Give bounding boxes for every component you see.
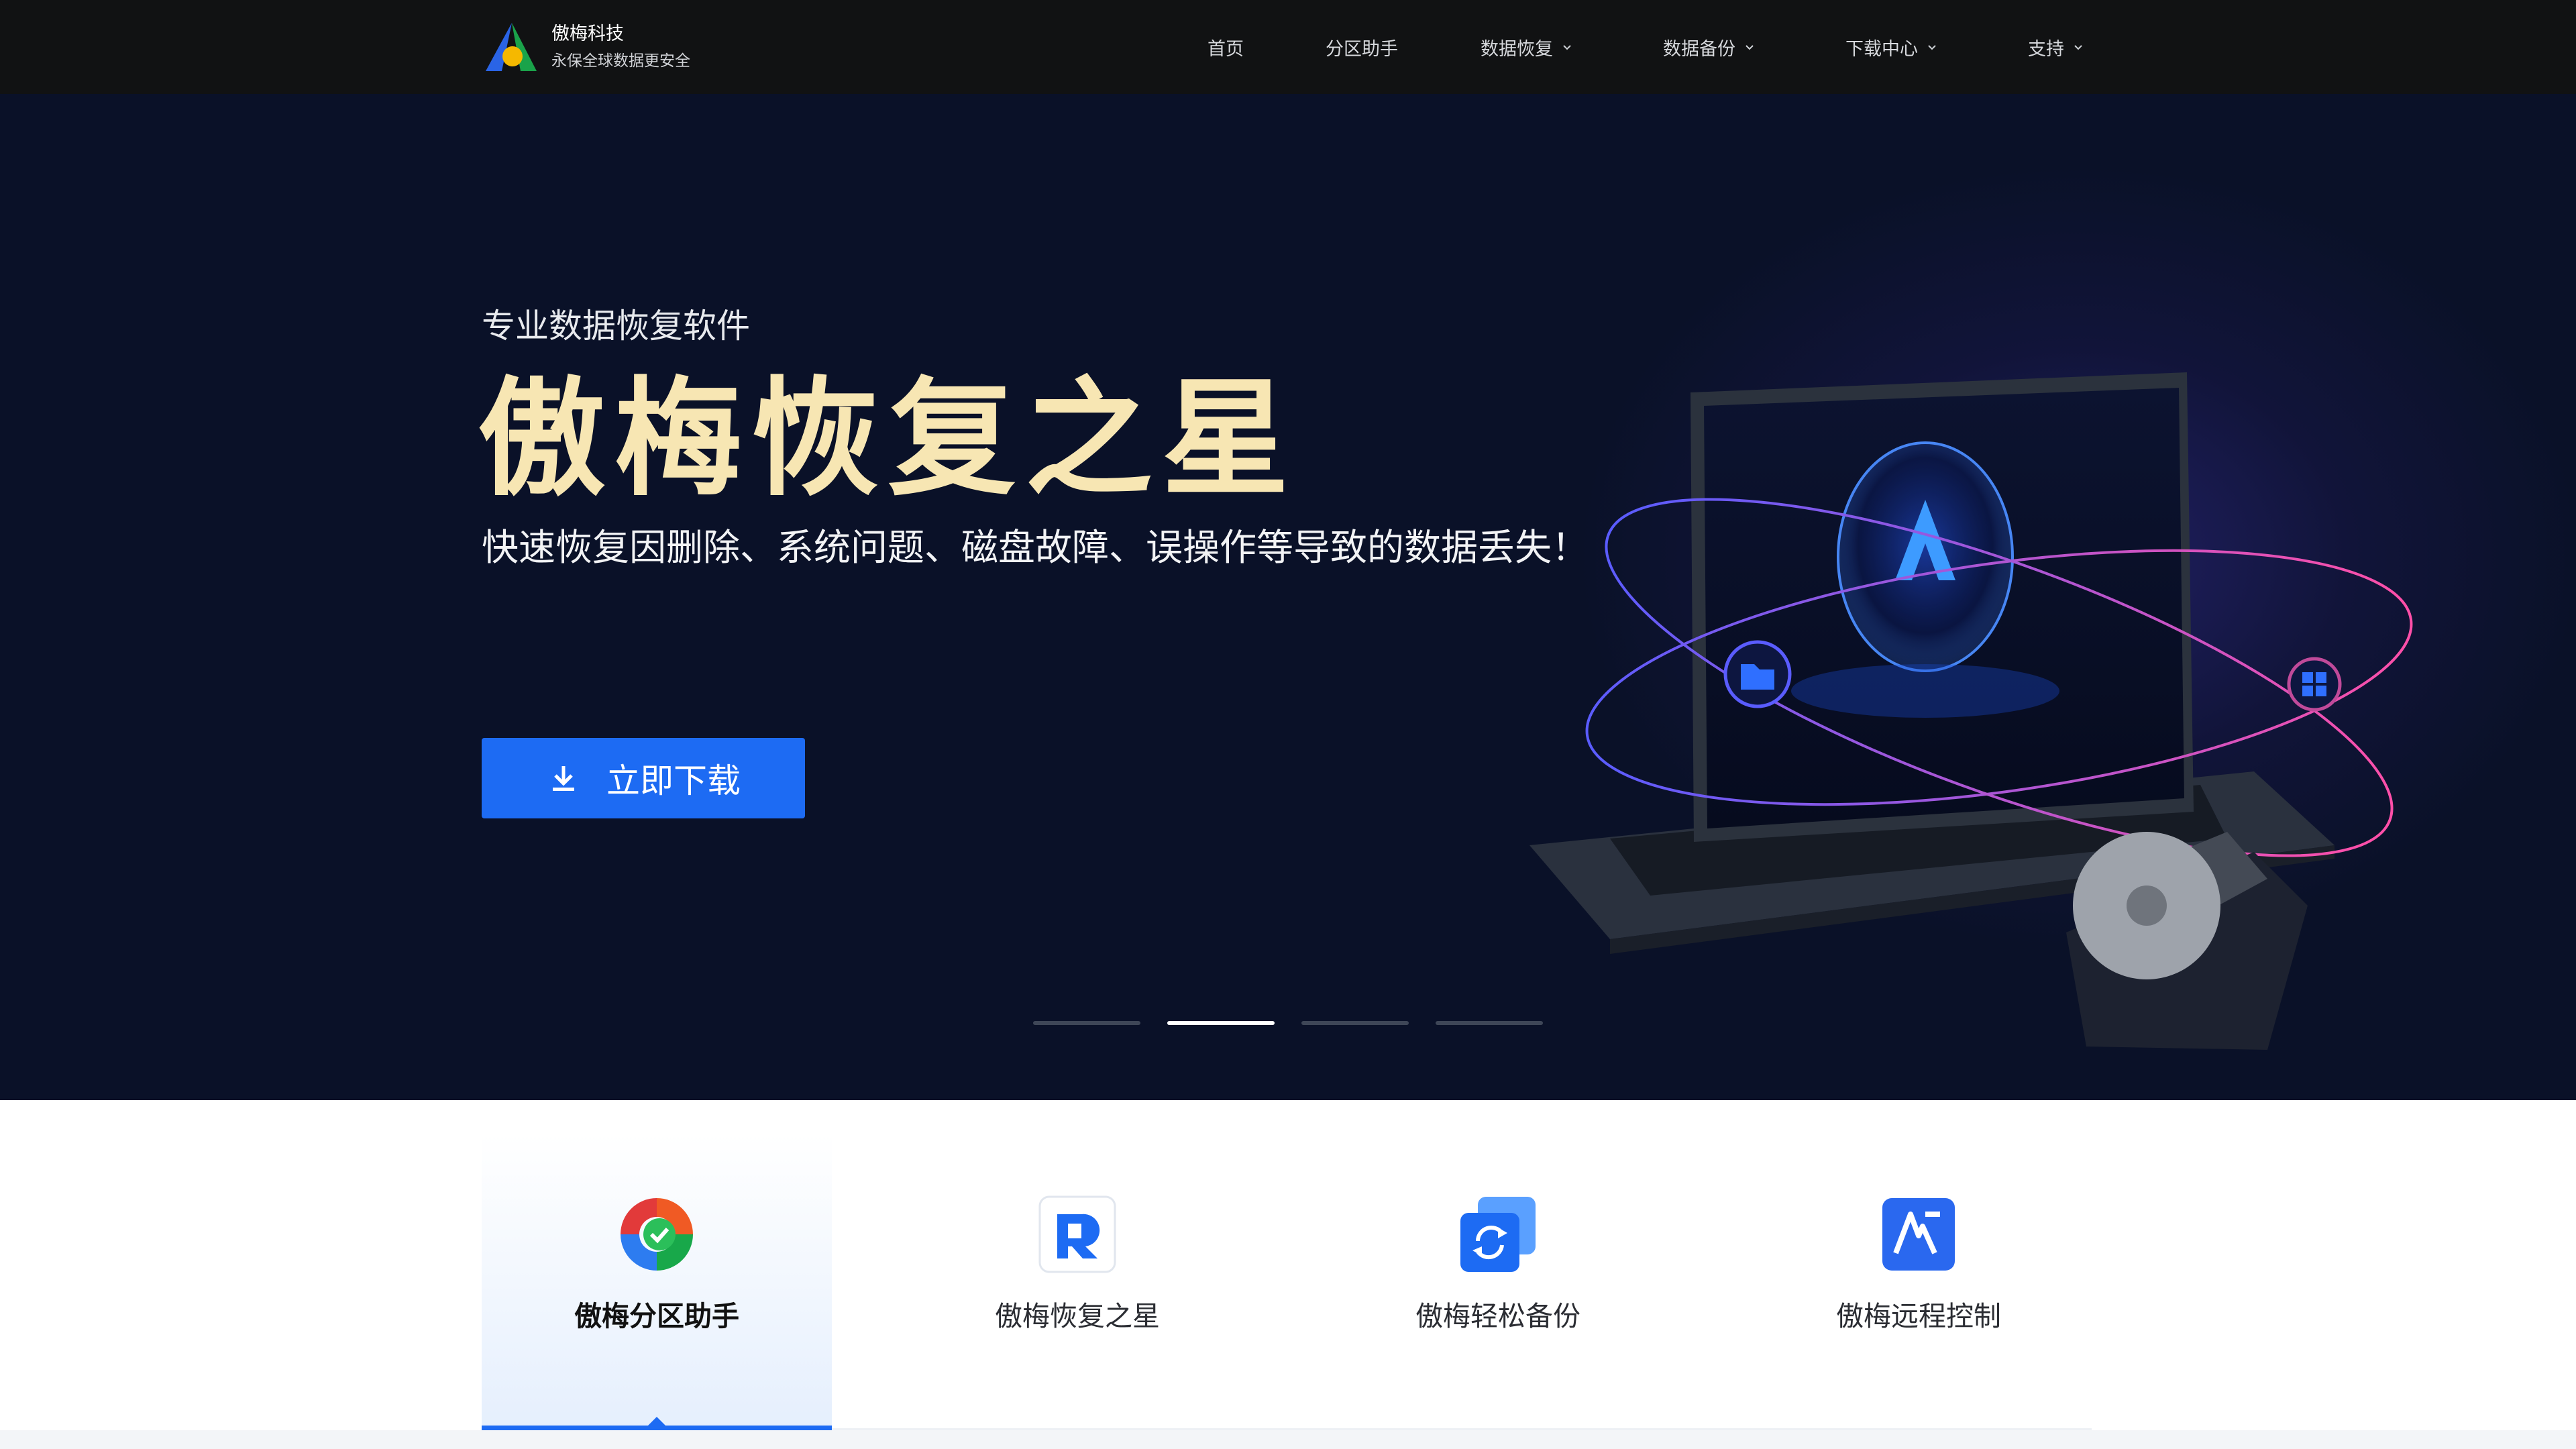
nav-item-label: 支持 — [2028, 38, 2064, 60]
tab-recovery-star[interactable]: 傲梅恢复之星 — [902, 1134, 1252, 1430]
active-tab-underline — [482, 1426, 832, 1430]
carousel-dot-2[interactable] — [1167, 1021, 1275, 1025]
download-icon — [553, 766, 574, 791]
chevron-down-icon — [1928, 45, 1936, 50]
carousel-dot-1[interactable] — [1033, 1021, 1140, 1025]
nav-item-partition-assistant[interactable]: 分区助手 — [1326, 0, 1398, 94]
recovery-star-icon — [1038, 1195, 1116, 1273]
chevron-down-icon — [1746, 45, 1754, 50]
carousel-dot-4[interactable] — [1436, 1021, 1543, 1025]
tab-label: 傲梅分区助手 — [574, 1300, 739, 1332]
chevron-down-icon — [2074, 45, 2082, 50]
top-nav: 傲梅科技 永保全球数据更安全 首页 分区助手 数据恢复 数据备份 下载中心 支持 — [0, 0, 2576, 94]
hero-eyebrow: 专业数据恢复软件 — [482, 307, 750, 345]
download-now-button[interactable]: 立即下载 — [482, 738, 805, 818]
carousel-dot-3[interactable] — [1301, 1021, 1409, 1025]
partition-assistant-icon — [621, 1198, 693, 1271]
carousel-indicators — [1033, 1021, 1570, 1025]
laptop-illustration — [1529, 372, 2413, 1050]
chevron-down-icon — [1563, 45, 1571, 50]
tab-easy-backup[interactable]: 傲梅轻松备份 — [1323, 1134, 1673, 1430]
brand-logo[interactable]: 傲梅科技 永保全球数据更安全 — [482, 19, 690, 75]
tab-label: 傲梅轻松备份 — [1415, 1300, 1580, 1332]
download-now-label: 立即下载 — [606, 761, 741, 800]
nav-item-data-recovery[interactable]: 数据恢复 — [1481, 0, 1573, 94]
tab-remote-control[interactable]: 傲梅远程控制 — [1743, 1134, 2094, 1430]
nav-item-label: 下载中心 — [1845, 38, 1918, 60]
easy-backup-icon — [1460, 1197, 1536, 1272]
page: 傲梅科技 永保全球数据更安全 首页 分区助手 数据恢复 数据备份 下载中心 支持 — [0, 0, 2576, 1449]
nav-item-home[interactable]: 首页 — [1208, 0, 1244, 94]
active-tab-caret — [647, 1417, 666, 1426]
nav-item-label: 数据恢复 — [1481, 38, 1553, 60]
brand-name: 傲梅科技 — [551, 23, 624, 44]
tab-label: 傲梅远程控制 — [1836, 1300, 2001, 1332]
nav-item-support[interactable]: 支持 — [2028, 0, 2084, 94]
nav-item-label: 分区助手 — [1326, 38, 1398, 60]
tab-partition-assistant[interactable]: 傲梅分区助手 — [482, 1134, 832, 1430]
hero-title: 傲梅恢复之星 — [478, 365, 1299, 513]
nav-item-label: 数据备份 — [1663, 38, 1735, 60]
aomei-logo-icon — [486, 23, 537, 71]
remote-control-icon — [1882, 1198, 1955, 1271]
tab-label: 傲梅恢复之星 — [995, 1300, 1160, 1332]
product-tabs: 傲梅分区助手 傲梅恢复之星 傲梅轻松备份 傲梅远程控制 — [482, 1134, 2092, 1430]
nav-item-label: 首页 — [1208, 38, 1244, 60]
nav-item-download-center[interactable]: 下载中心 — [1845, 0, 1938, 94]
brand-tagline: 永保全球数据更安全 — [551, 52, 690, 70]
nav-item-data-backup[interactable]: 数据备份 — [1663, 0, 1756, 94]
page-bottom-strip — [0, 1430, 2576, 1449]
hero-banner: 专业数据恢复软件 傲梅恢复之星 快速恢复因删除、系统问题、磁盘故障、误操作等导致… — [0, 94, 2576, 1100]
